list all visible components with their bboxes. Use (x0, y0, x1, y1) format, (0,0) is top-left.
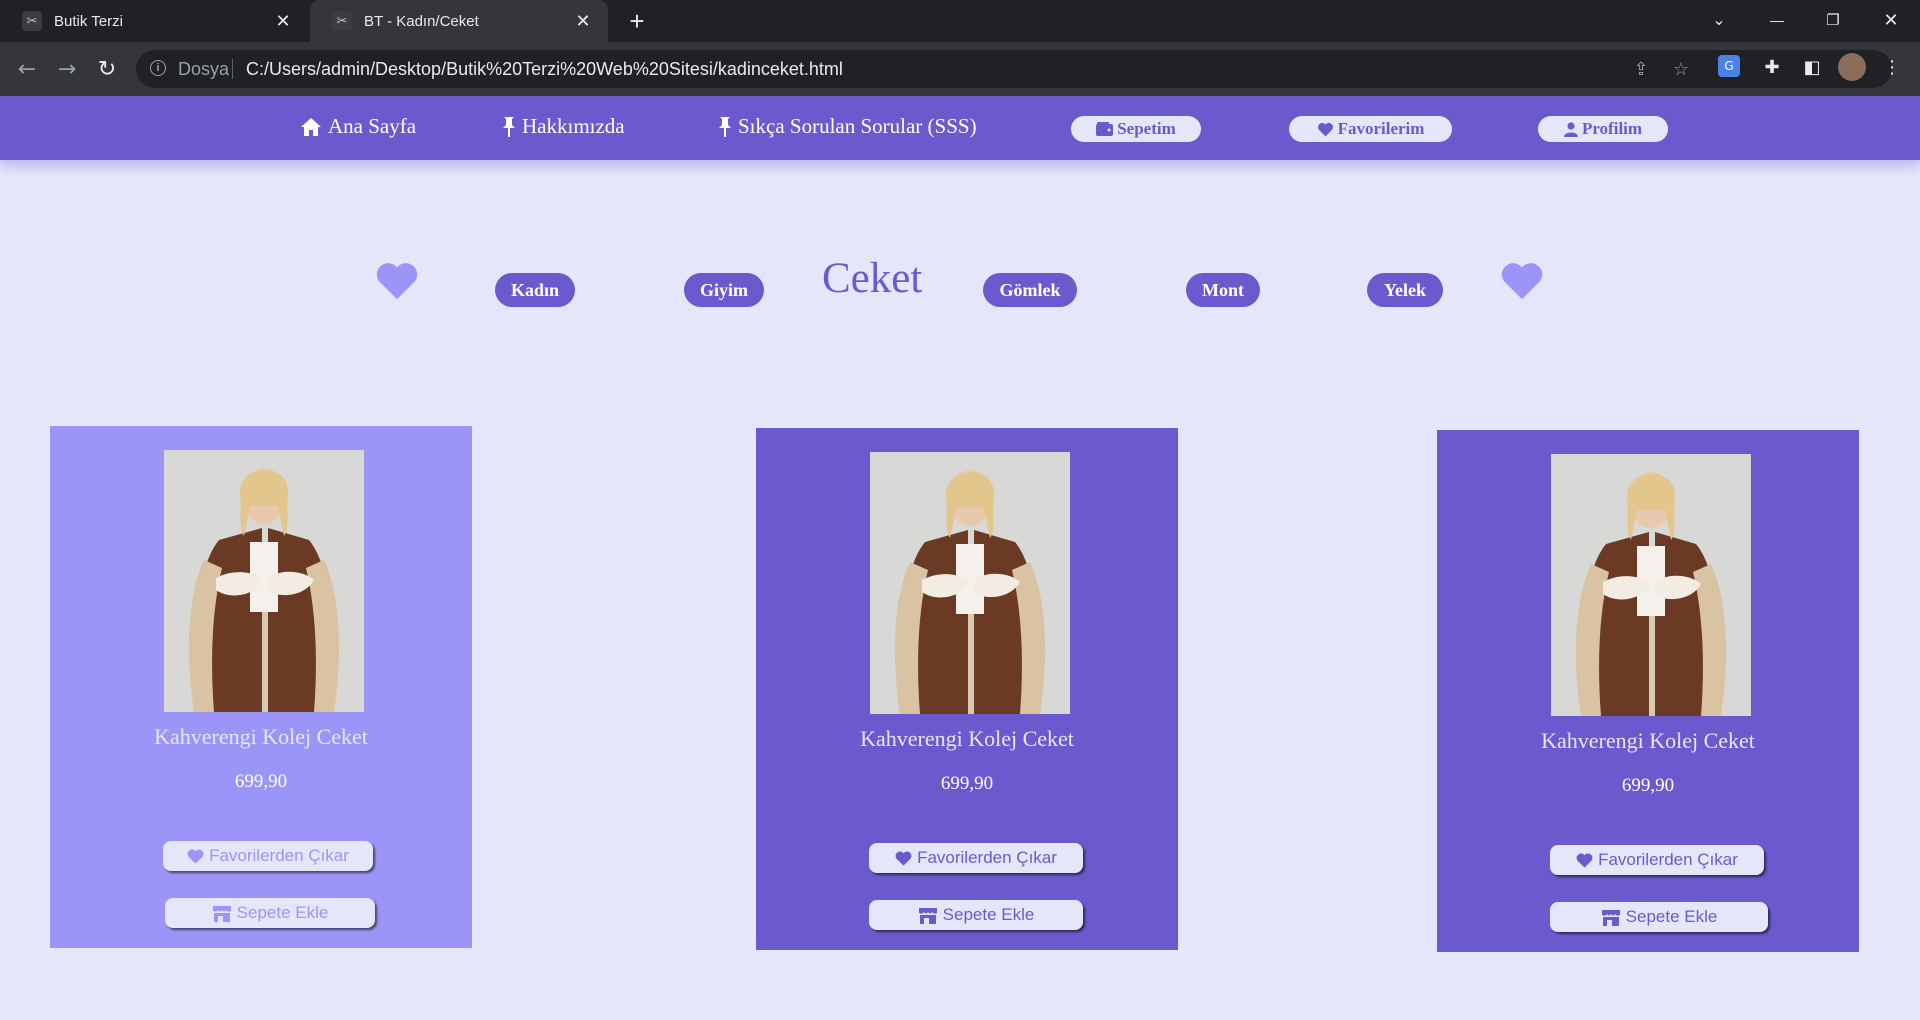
store-icon (1601, 909, 1621, 926)
heart-icon (1576, 853, 1593, 868)
category-pill[interactable]: Gömlek (983, 273, 1077, 307)
category-pill[interactable]: Yelek (1367, 273, 1443, 307)
address-separator (232, 59, 233, 79)
remove-favorite-button[interactable]: Favorilerden Çıkar (1550, 845, 1764, 875)
add-to-cart-button[interactable]: Sepete Ekle (1550, 902, 1768, 932)
product-name[interactable]: Kahverengi Kolej Ceket (50, 724, 472, 750)
heart-icon (1500, 262, 1544, 307)
nav-link-label: Sıkça Sorulan Sorular (SSS) (738, 114, 977, 138)
heart-icon (1317, 122, 1334, 137)
browser-tab-bar: ✂ Butik Terzi ✕ ✂ BT - Kadın/Ceket ✕ + ⌄… (0, 0, 1920, 42)
add-to-cart-button[interactable]: Sepete Ekle (165, 898, 375, 928)
browser-tab-active[interactable]: ✂ BT - Kadın/Ceket ✕ (310, 0, 608, 42)
pin-icon (718, 116, 732, 138)
nav-button-label: Profilim (1581, 119, 1643, 138)
nav-button-label: Favorilerim (1337, 119, 1425, 138)
nav-link-home[interactable]: Ana Sayfa (300, 114, 416, 139)
nav-link-label: Hakkımızda (522, 114, 625, 138)
browser-tab[interactable]: ✂ Butik Terzi ✕ (0, 0, 308, 42)
heart-icon (375, 262, 419, 307)
star-icon[interactable]: ☆ (1670, 58, 1692, 80)
side-panel-icon[interactable]: ◧ (1798, 53, 1826, 81)
product-image[interactable] (1551, 454, 1751, 716)
remove-favorite-button[interactable]: Favorilerden Çıkar (163, 841, 373, 871)
button-label: Sepete Ekle (236, 903, 329, 922)
address-bar[interactable]: i Dosya C:/Users/admin/Desktop/Butik%20T… (136, 50, 1892, 88)
restore-button[interactable]: ❐ (1808, 0, 1858, 40)
tab-favicon-icon: ✂ (22, 11, 42, 31)
extensions-icon[interactable]: ✚ (1758, 53, 1786, 81)
forward-icon[interactable]: → (52, 54, 82, 84)
remove-favorite-button[interactable]: Favorilerden Çıkar (869, 843, 1083, 873)
category-pill[interactable]: Kadın (495, 273, 575, 307)
product-card: Kahverengi Kolej Ceket 699,90 Favorilerd… (1437, 430, 1859, 952)
security-label: Dosya (178, 59, 230, 79)
close-window-button[interactable]: ✕ (1866, 0, 1916, 40)
add-to-cart-button[interactable]: Sepete Ekle (869, 900, 1083, 930)
button-label: Favorilerden Çıkar (209, 846, 349, 865)
product-card: Kahverengi Kolej Ceket 699,90 Favorilerd… (756, 428, 1178, 950)
product-image[interactable] (164, 450, 364, 712)
menu-icon[interactable]: ⋮ (1878, 53, 1906, 81)
heart-icon (895, 851, 912, 866)
product-name[interactable]: Kahverengi Kolej Ceket (756, 726, 1178, 752)
page-title: Ceket (822, 255, 923, 302)
nav-button-label: Sepetim (1117, 119, 1176, 138)
button-label: Sepete Ekle (1625, 907, 1718, 926)
url-text[interactable]: C:/Users/admin/Desktop/Butik%20Terzi%20W… (246, 59, 843, 80)
nav-link-label: Ana Sayfa (328, 114, 417, 138)
back-icon[interactable]: ← (12, 54, 42, 84)
site-navbar: Ana Sayfa Hakkımızda Sıkça Sorulan Sorul… (0, 96, 1920, 160)
translate-icon[interactable]: G (1718, 55, 1740, 77)
wallet-icon (1096, 122, 1114, 136)
button-label: Favorilerden Çıkar (917, 848, 1057, 867)
share-icon[interactable]: ⇪ (1630, 58, 1652, 80)
site-info-icon[interactable]: i (150, 60, 166, 76)
tab-title: Butik Terzi (54, 12, 123, 30)
button-label: Sepete Ekle (942, 905, 1035, 924)
tab-title: BT - Kadın/Ceket (364, 12, 479, 30)
heart-icon (187, 849, 204, 864)
reload-icon[interactable]: ↻ (92, 54, 122, 84)
profile-avatar[interactable] (1838, 53, 1866, 81)
nav-button-profile[interactable]: Profilim (1538, 116, 1668, 142)
tab-favicon-icon: ✂ (332, 11, 352, 31)
new-tab-button[interactable]: + (622, 6, 652, 36)
nav-button-cart[interactable]: Sepetim (1071, 116, 1201, 142)
close-tab-icon[interactable]: ✕ (572, 11, 594, 32)
store-icon (918, 907, 938, 924)
tab-search-icon[interactable]: ⌄ (1694, 0, 1744, 40)
product-card: Kahverengi Kolej Ceket 699,90 Favorilerd… (50, 426, 472, 948)
close-tab-icon[interactable]: ✕ (272, 11, 294, 32)
nav-link-faq[interactable]: Sıkça Sorulan Sorular (SSS) (718, 114, 977, 139)
nav-link-about[interactable]: Hakkımızda (502, 114, 625, 139)
product-price: 699,90 (940, 773, 994, 794)
store-icon (212, 905, 232, 922)
browser-toolbar: ← → ↻ i Dosya C:/Users/admin/Desktop/But… (0, 42, 1920, 96)
pin-icon (502, 116, 516, 138)
minimize-button[interactable]: — (1752, 0, 1802, 40)
user-icon (1563, 121, 1578, 137)
category-pill[interactable]: Giyim (684, 273, 764, 307)
product-price: 699,90 (234, 771, 288, 792)
product-price: 699,90 (1621, 775, 1675, 796)
button-label: Favorilerden Çıkar (1598, 850, 1738, 869)
product-image[interactable] (870, 452, 1070, 714)
home-icon (300, 117, 322, 137)
category-pill[interactable]: Mont (1186, 273, 1260, 307)
product-name[interactable]: Kahverengi Kolej Ceket (1437, 728, 1859, 754)
nav-button-favorites[interactable]: Favorilerim (1289, 116, 1452, 142)
